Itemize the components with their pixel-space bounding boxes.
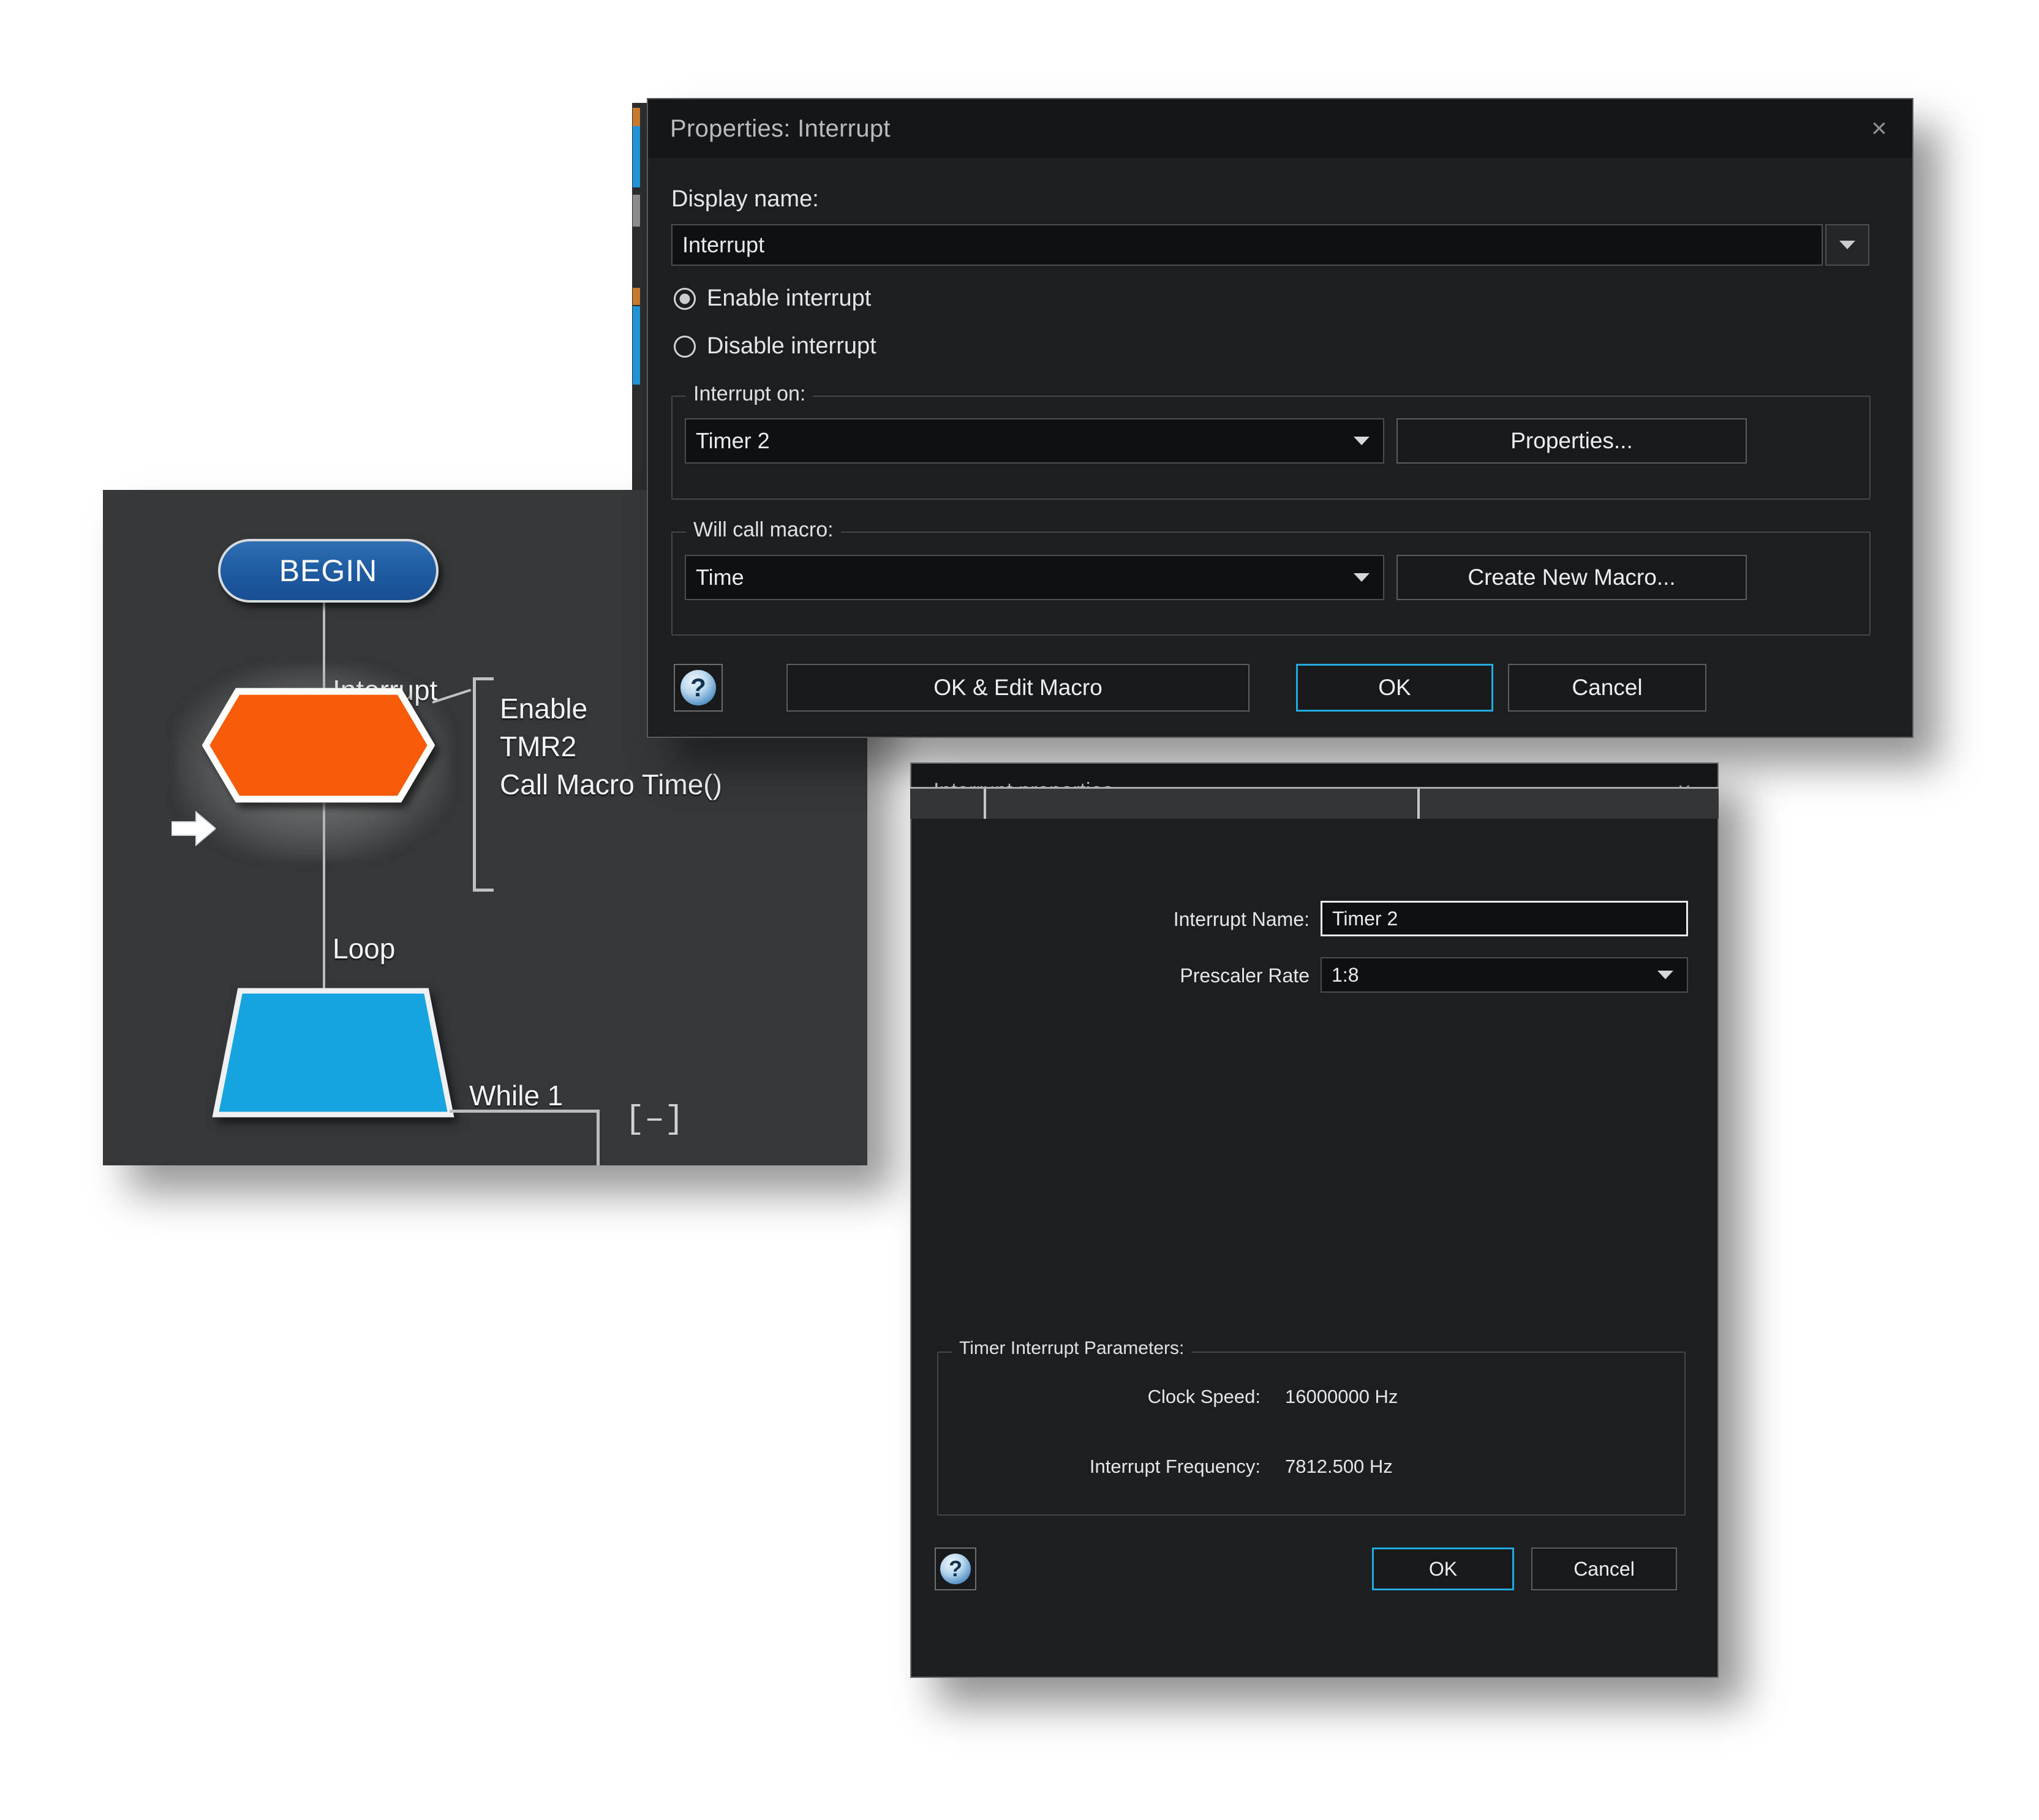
interrupt-annotation-line-1: Enable	[500, 693, 588, 724]
prescaler-rate-value: 1:8	[1332, 963, 1359, 986]
interrupt-annotation-line-3: Call Macro Time()	[500, 769, 722, 800]
properties-interrupt-dialog[interactable]: Properties: Interrupt × Display name: In…	[647, 98, 1913, 738]
statusbar-divider-1	[984, 789, 986, 819]
interrupt-on-group-title: Interrupt on:	[686, 382, 813, 406]
will-call-macro-value: Time	[696, 565, 744, 590]
background-node-chip-orange-mid	[633, 288, 640, 305]
disable-interrupt-label: Disable interrupt	[707, 333, 876, 359]
interrupt-name-input[interactable]: Timer 2	[1321, 901, 1688, 936]
clock-speed-label: Clock Speed:	[1147, 1386, 1261, 1407]
execution-pointer-arrow-icon	[171, 810, 216, 847]
cancel-button[interactable]: Cancel	[1508, 664, 1706, 712]
background-node-chip-blue-top	[633, 126, 640, 187]
prescaler-rate-label: Prescaler Rate	[1180, 965, 1310, 987]
prescaler-rate-combobox[interactable]: 1:8	[1321, 957, 1688, 993]
loop-connector-label: Loop	[333, 933, 396, 965]
background-node-chip-orange-top	[633, 108, 640, 126]
help-button[interactable]: ?	[935, 1547, 976, 1590]
will-call-macro-group-title: Will call macro:	[686, 518, 841, 542]
properties-interrupt-titlebar[interactable]: Properties: Interrupt ×	[648, 99, 1912, 158]
help-button[interactable]: ?	[674, 664, 723, 712]
interrupt-frequency-value: 7812.500 Hz	[1285, 1456, 1393, 1477]
interrupt-on-combobox[interactable]: Timer 2	[685, 418, 1384, 464]
screenshot-root: BEGIN Interrupt Enable TMR2 Call Macro T…	[0, 0, 2039, 1820]
interrupt-name-label: Interrupt Name:	[1173, 908, 1310, 930]
loop-condition-label: While 1	[469, 1080, 563, 1111]
flowchart-interrupt-node[interactable]	[202, 688, 435, 803]
flowchart-begin-node[interactable]: BEGIN	[218, 539, 439, 603]
ok-button[interactable]: OK	[1296, 664, 1493, 712]
chevron-down-icon	[1354, 437, 1370, 445]
chevron-down-icon	[1839, 241, 1855, 249]
enable-interrupt-radio-row[interactable]: Enable interrupt	[674, 285, 871, 312]
help-icon: ?	[940, 1554, 971, 1584]
chevron-down-icon	[1657, 971, 1673, 979]
begin-node-label: BEGIN	[279, 554, 378, 588]
statusbar-divider-2	[1417, 789, 1420, 819]
display-name-input[interactable]: Interrupt	[671, 224, 1823, 266]
underlying-statusbar	[910, 787, 1719, 819]
cancel-button[interactable]: Cancel	[1531, 1547, 1677, 1590]
create-new-macro-button[interactable]: Create New Macro...	[1396, 555, 1747, 600]
help-icon: ?	[680, 670, 716, 705]
timer-interrupt-parameters-group-title: Timer Interrupt Parameters:	[952, 1338, 1192, 1359]
will-call-macro-combobox[interactable]: Time	[685, 555, 1384, 600]
close-icon[interactable]: ×	[1862, 111, 1896, 146]
ok-button[interactable]: OK	[1372, 1547, 1514, 1590]
flowchart-loop-node[interactable]	[212, 987, 454, 1118]
ok-edit-macro-button[interactable]: OK & Edit Macro	[786, 664, 1249, 712]
chevron-down-icon	[1354, 573, 1370, 582]
interrupt-annotation-bracket	[473, 677, 494, 892]
disable-interrupt-radio[interactable]	[674, 335, 696, 358]
loop-branch-vertical	[597, 1110, 600, 1165]
background-node-chip-gray-top	[633, 195, 640, 227]
enable-interrupt-label: Enable interrupt	[707, 285, 872, 311]
enable-interrupt-radio[interactable]	[674, 287, 696, 310]
interrupt-properties-dialog[interactable]: Interrupt properties × Interrupt Name: T…	[910, 762, 1719, 1678]
display-name-label: Display name:	[671, 186, 819, 212]
interrupt-properties-button[interactable]: Properties...	[1396, 418, 1747, 464]
loop-collapse-toggle[interactable]: [–]	[625, 1098, 684, 1142]
properties-interrupt-title: Properties: Interrupt	[670, 115, 891, 142]
display-name-dropdown-button[interactable]	[1825, 224, 1869, 266]
background-node-chip-blue-mid	[633, 306, 640, 385]
disable-interrupt-radio-row[interactable]: Disable interrupt	[674, 333, 876, 359]
interrupt-annotation-line-2: TMR2	[500, 731, 577, 762]
clock-speed-value: 16000000 Hz	[1285, 1386, 1398, 1407]
interrupt-frequency-label: Interrupt Frequency:	[1089, 1456, 1261, 1477]
timer-interrupt-parameters-group: Timer Interrupt Parameters:	[937, 1338, 1686, 1516]
interrupt-on-value: Timer 2	[696, 428, 770, 453]
